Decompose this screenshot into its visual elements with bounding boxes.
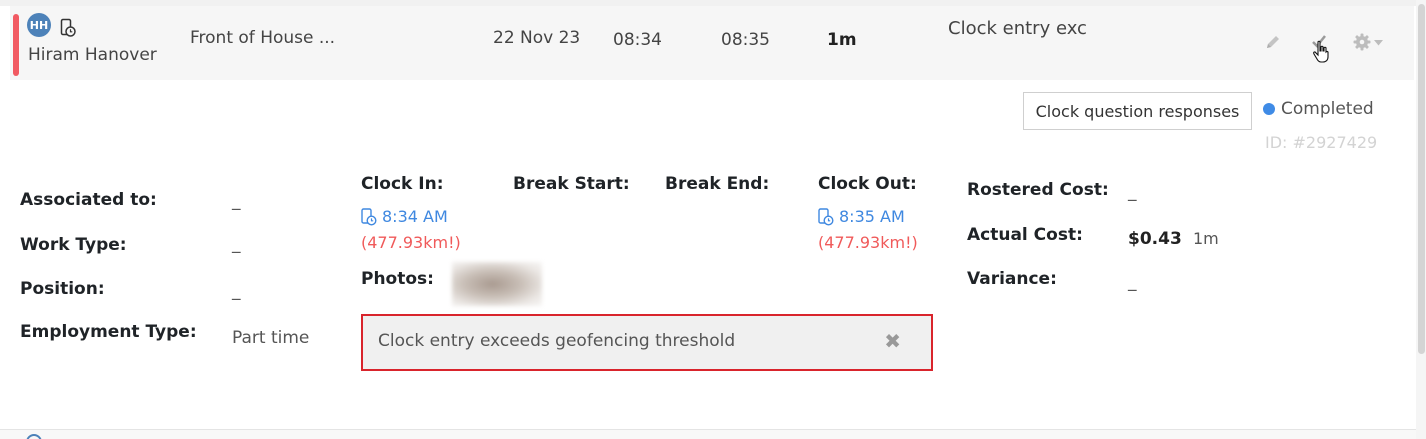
pencil-icon[interactable]	[1265, 34, 1281, 50]
caret-down-icon[interactable]	[1374, 40, 1383, 46]
rostered-cost-label: Rostered Cost:	[967, 180, 1109, 200]
phone-clock-icon	[361, 207, 377, 226]
employee-name[interactable]: Hiram Hanover	[28, 45, 157, 65]
phone-clock-icon	[60, 18, 76, 37]
shift-end-time: 08:35	[721, 30, 770, 50]
clock-out-time: 8:35 AM	[839, 207, 905, 226]
geofence-warning-alert: Clock entry exceeds geofencing threshold…	[361, 314, 933, 371]
clock-out-distance: (477.93km!)	[818, 233, 918, 252]
avatar: HH	[27, 13, 51, 37]
timesheet-summary-row[interactable]: HH Hiram Hanover Front of House ... 22 N…	[10, 6, 1414, 80]
clock-in-label: Clock In:	[361, 174, 444, 194]
employment-type-label: Employment Type:	[20, 322, 197, 342]
position-label: Position:	[20, 279, 105, 299]
break-end-label: Break End:	[665, 174, 770, 194]
clock-photo-thumbnail[interactable]	[452, 262, 542, 306]
variance-value: _	[1128, 272, 1137, 292]
status-indicator-bar	[13, 14, 19, 76]
shift-duration: 1m	[827, 30, 857, 50]
clock-in-time-link[interactable]: 8:34 AM	[361, 207, 448, 226]
next-row-divider	[0, 429, 1416, 439]
work-type-value: _	[232, 234, 241, 254]
employment-type-value: Part time	[232, 328, 310, 348]
shift-start-time: 08:34	[613, 30, 662, 50]
status-dot	[1263, 103, 1275, 115]
status-label: Completed	[1281, 99, 1374, 119]
work-type-label: Work Type:	[20, 235, 127, 255]
warning-message: Clock entry exceeds geofencing threshold	[378, 331, 736, 351]
scrollbar-thumb[interactable]	[1418, 4, 1425, 354]
break-start-label: Break Start:	[513, 174, 630, 194]
phone-clock-icon	[818, 207, 834, 226]
variance-label: Variance:	[967, 269, 1057, 289]
pointer-cursor-icon	[1313, 40, 1329, 63]
shift-date: 22 Nov 23	[493, 28, 581, 48]
associated-to-label: Associated to:	[20, 190, 157, 210]
clock-out-time-link[interactable]: 8:35 AM	[818, 207, 905, 226]
entry-id: ID: #2927429	[1265, 133, 1378, 152]
scrollbar[interactable]	[1416, 0, 1426, 439]
clock-in-time: 8:34 AM	[382, 207, 448, 226]
associated-to-value: _	[232, 191, 241, 211]
actual-cost-label: Actual Cost:	[967, 225, 1083, 245]
position-value: _	[232, 281, 241, 301]
clock-out-label: Clock Out:	[818, 174, 917, 194]
actual-cost-value: $0.43	[1128, 229, 1182, 249]
shift-notes-preview: Clock entry exc	[948, 18, 1087, 39]
actual-cost-duration: 1m	[1193, 229, 1219, 248]
area-name: Front of House ...	[190, 28, 336, 48]
rostered-cost-value: _	[1128, 182, 1137, 202]
close-icon[interactable]: ✖	[884, 329, 901, 353]
photos-label: Photos:	[361, 269, 434, 289]
clock-question-responses-button[interactable]: Clock question responses	[1023, 92, 1252, 130]
clock-in-distance: (477.93km!)	[361, 233, 461, 252]
gear-icon[interactable]	[1353, 33, 1371, 51]
